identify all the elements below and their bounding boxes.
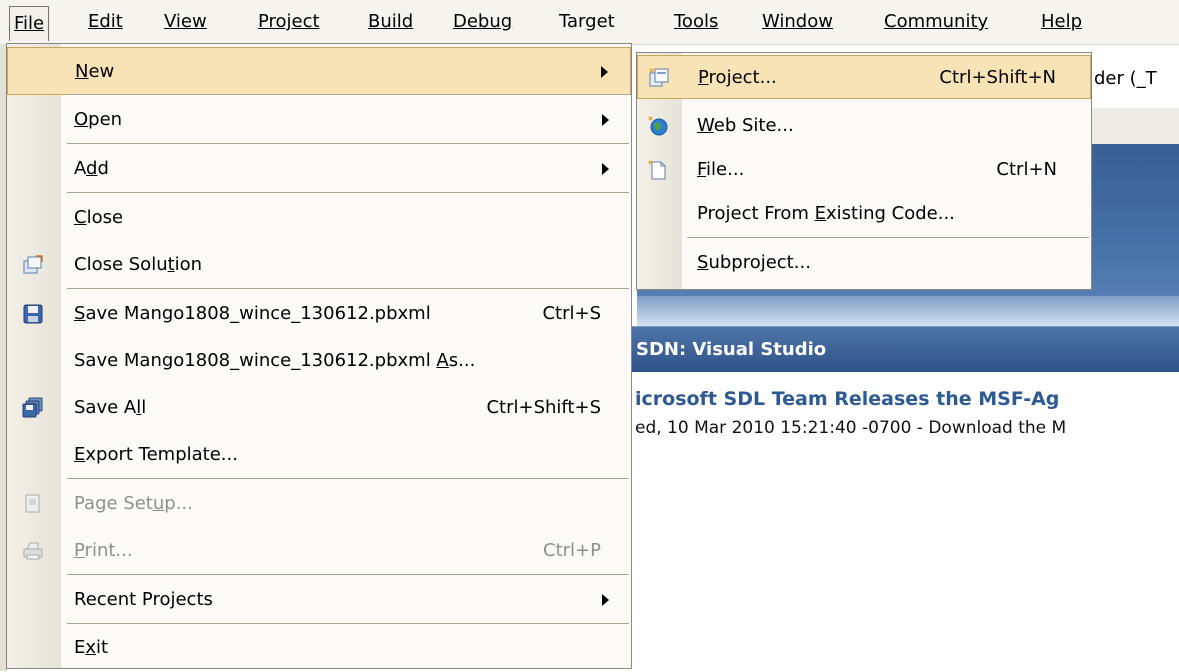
shortcut-label: Ctrl+P bbox=[543, 540, 601, 561]
submenu-item-web-site[interactable]: Web Site... bbox=[637, 104, 1091, 148]
shortcut-label: Ctrl+Shift+S bbox=[486, 397, 601, 418]
new-submenu: Project... Ctrl+Shift+N Web Site... File… bbox=[636, 52, 1092, 290]
submenu-arrow-icon bbox=[601, 66, 608, 78]
section-header: SDN: Visual Studio bbox=[630, 326, 1179, 372]
menu-separator bbox=[67, 143, 629, 144]
menu-item-recent-projects[interactable]: Recent Projects bbox=[7, 576, 631, 624]
menu-item-save-as[interactable]: Save Mango1808_wince_130612.pbxml As... bbox=[7, 337, 631, 385]
save-all-icon bbox=[22, 397, 44, 419]
page-setup-icon bbox=[22, 493, 44, 515]
menu-build[interactable]: Build bbox=[364, 8, 417, 36]
menu-separator bbox=[67, 288, 629, 289]
menu-item-add[interactable]: Add bbox=[7, 145, 631, 193]
menu-item-page-setup[interactable]: Page Setup... bbox=[7, 480, 631, 528]
menu-item-open[interactable]: Open bbox=[7, 96, 631, 144]
new-file-icon bbox=[647, 159, 669, 181]
menu-target[interactable]: Target bbox=[555, 8, 619, 36]
menu-edit[interactable]: Edit bbox=[84, 8, 127, 36]
submenu-item-file[interactable]: File... Ctrl+N bbox=[637, 148, 1091, 192]
print-icon bbox=[22, 540, 44, 562]
banner-strip bbox=[637, 296, 1179, 326]
shortcut-label: Ctrl+Shift+N bbox=[939, 67, 1056, 88]
menu-item-close-solution[interactable]: Close Solution bbox=[7, 241, 631, 289]
menu-item-new[interactable]: New bbox=[7, 47, 631, 95]
menu-file[interactable]: File bbox=[9, 6, 50, 41]
menu-separator bbox=[67, 192, 629, 193]
menu-help[interactable]: Help bbox=[1037, 8, 1086, 36]
submenu-arrow-icon bbox=[602, 594, 609, 606]
menu-project[interactable]: Project bbox=[254, 8, 324, 36]
menu-item-exit[interactable]: Exit bbox=[7, 624, 631, 672]
menu-separator bbox=[67, 94, 629, 95]
submenu-item-project-from-existing-code[interactable]: Project From Existing Code... bbox=[637, 192, 1091, 236]
file-menu: New Open Add Close Close Solution Save M… bbox=[6, 43, 632, 669]
menu-item-save-all[interactable]: Save All Ctrl+Shift+S bbox=[7, 384, 631, 432]
menu-bar: File Edit View Project Build Debug Targe… bbox=[0, 0, 1179, 45]
web-site-icon bbox=[647, 115, 669, 137]
title-fragment: der (_T bbox=[1094, 68, 1157, 89]
news-headline[interactable]: icrosoft SDL Team Releases the MSF-Ag bbox=[635, 388, 1059, 410]
menu-item-print[interactable]: Print... Ctrl+P bbox=[7, 527, 631, 575]
news-dateline: ed, 10 Mar 2010 15:21:40 -0700 - Downloa… bbox=[635, 418, 1067, 438]
menu-tools[interactable]: Tools bbox=[670, 8, 722, 36]
menu-separator bbox=[67, 478, 629, 479]
submenu-arrow-icon bbox=[602, 114, 609, 126]
menu-window[interactable]: Window bbox=[758, 8, 837, 36]
shortcut-label: Ctrl+S bbox=[542, 303, 601, 324]
close-solution-icon bbox=[22, 254, 44, 276]
menu-item-export-template[interactable]: Export Template... bbox=[7, 431, 631, 479]
submenu-item-project[interactable]: Project... Ctrl+Shift+N bbox=[637, 55, 1091, 99]
menu-community[interactable]: Community bbox=[880, 8, 992, 36]
submenu-item-subproject[interactable]: Subproject... bbox=[637, 241, 1091, 285]
save-icon bbox=[22, 303, 44, 325]
menu-debug[interactable]: Debug bbox=[449, 8, 516, 36]
menu-view[interactable]: View bbox=[160, 8, 211, 36]
shortcut-label: Ctrl+N bbox=[996, 159, 1057, 180]
menu-item-close[interactable]: Close bbox=[7, 194, 631, 242]
submenu-arrow-icon bbox=[602, 163, 609, 175]
menu-separator bbox=[67, 574, 629, 575]
menu-separator bbox=[687, 237, 1089, 238]
new-project-icon bbox=[648, 67, 670, 89]
menu-item-save[interactable]: Save Mango1808_wince_130612.pbxml Ctrl+S bbox=[7, 290, 631, 338]
